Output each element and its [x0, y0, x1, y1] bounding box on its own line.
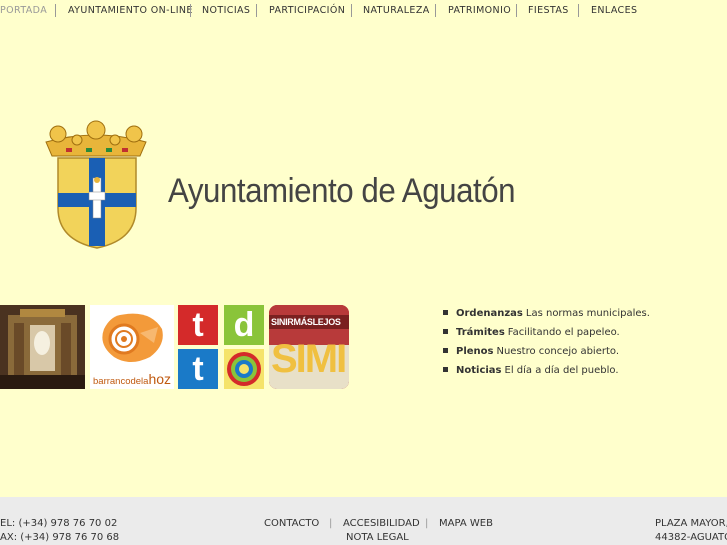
tdt-t-blue: t	[178, 349, 218, 389]
footer-phone: EL: (+34) 978 76 70 02	[0, 518, 118, 529]
site-title: Ayuntamiento de Aguatón	[168, 172, 516, 210]
nav-divider	[578, 4, 579, 17]
bullet-icon	[443, 347, 448, 353]
nav-enlaces[interactable]: ENLACES	[591, 5, 637, 16]
simi-big-text: SIMI	[271, 337, 347, 381]
nav-patrimonio[interactable]: PATRIMONIO	[448, 5, 511, 16]
footer-divider: |	[425, 518, 429, 529]
tdt-banner[interactable]: t d t	[178, 305, 264, 389]
quick-link-desc: Facilitando el papeleo.	[507, 327, 620, 338]
footer-link-nota-legal[interactable]: NOTA LEGAL	[346, 532, 409, 543]
coat-of-arms-icon[interactable]	[40, 120, 152, 250]
quick-link-ordenanzas[interactable]: Ordenanzas Las normas municipales.	[443, 308, 650, 327]
nav-fiestas[interactable]: FIESTAS	[528, 5, 569, 16]
site-footer: EL: (+34) 978 76 70 02 AX: (+34) 978 76 …	[0, 497, 727, 545]
nav-noticias[interactable]: NOTICIAS	[202, 5, 250, 16]
nav-divider	[516, 4, 517, 17]
footer-fax: AX: (+34) 978 76 70 68	[0, 532, 120, 543]
nav-divider	[55, 4, 56, 17]
quick-link-desc: Nuestro concejo abierto.	[496, 346, 620, 357]
bullet-icon	[443, 366, 448, 372]
nav-ayuntamiento-online[interactable]: AYUNTAMIENTO ON-LINE	[68, 5, 193, 16]
nav-divider	[190, 4, 191, 17]
quick-link-plenos[interactable]: Plenos Nuestro concejo abierto.	[443, 346, 650, 365]
crown-icon	[45, 120, 147, 157]
footer-link-contacto[interactable]: CONTACTO	[264, 518, 319, 529]
hoz-label: barrancodelahoz	[93, 371, 172, 387]
tdt-d-green: d	[224, 305, 264, 345]
quick-link-tramites[interactable]: Trámites Facilitando el papeleo.	[443, 327, 650, 346]
footer-divider: |	[329, 518, 333, 529]
footer-address-line1: PLAZA MAYOR,	[655, 518, 727, 529]
tdt-t-red: t	[178, 305, 218, 345]
footer-address-line2: 44382-AGUATÓ	[655, 532, 727, 543]
quick-link-key[interactable]: Ordenanzas	[456, 308, 523, 319]
nav-participacion[interactable]: PARTICIPACIÓN	[269, 5, 345, 16]
church-altar-banner[interactable]	[0, 305, 85, 389]
quick-links-list: Ordenanzas Las normas municipales. Trámit…	[443, 308, 650, 384]
quick-link-noticias[interactable]: Noticias El día a día del pueblo.	[443, 365, 650, 384]
footer-link-accesibilidad[interactable]: ACCESIBILIDAD	[343, 518, 420, 529]
quick-link-key[interactable]: Plenos	[456, 346, 493, 357]
quick-link-desc: El día a día del pueblo.	[504, 365, 619, 376]
footer-link-mapa-web[interactable]: MAPA WEB	[439, 518, 493, 529]
altar-image	[0, 305, 85, 389]
barranco-hoz-banner[interactable]: barrancodelahoz	[90, 305, 174, 389]
quick-link-desc: Las normas municipales.	[525, 308, 650, 319]
nav-divider	[435, 4, 436, 17]
quick-link-key[interactable]: Trámites	[456, 327, 505, 338]
nav-divider	[256, 4, 257, 17]
bullet-icon	[443, 309, 448, 315]
tdt-target-icon	[224, 349, 264, 389]
quick-link-key[interactable]: Noticias	[456, 365, 502, 376]
nav-naturaleza[interactable]: NATURALEZA	[363, 5, 430, 16]
main-nav: PORTADA AYUNTAMIENTO ON-LINE NOTICIAS PA…	[0, 0, 727, 22]
simi-top-text: SINIRMÁSLEJOS	[271, 317, 341, 327]
bullet-icon	[443, 328, 448, 334]
nav-divider	[351, 4, 352, 17]
nav-portada[interactable]: PORTADA	[0, 5, 47, 16]
simi-banner[interactable]: SINIRMÁSLEJOS SIMI	[269, 305, 349, 389]
